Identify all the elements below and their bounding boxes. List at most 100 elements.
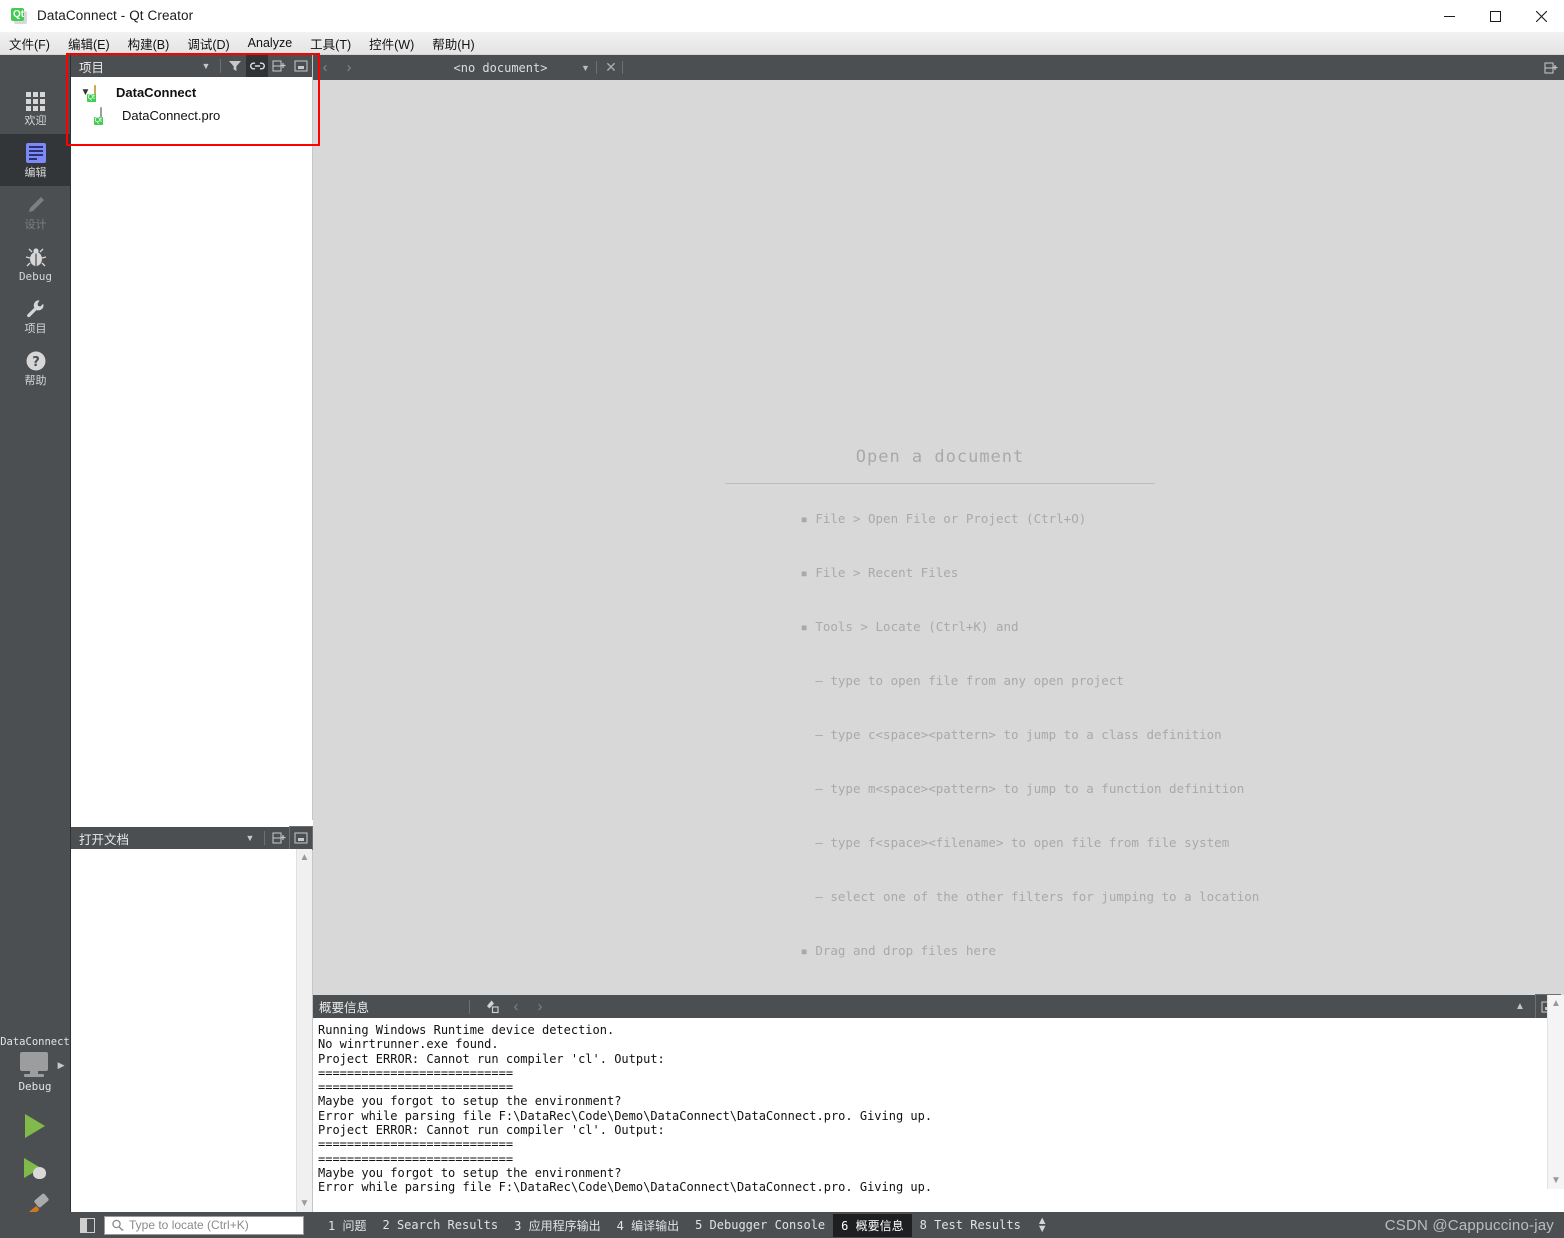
placeholder-divider xyxy=(725,483,1155,484)
menu-build[interactable]: 构建(B) xyxy=(119,33,179,54)
filter-icon[interactable] xyxy=(224,55,246,77)
output-pane-tabs: 1 问题 2 Search Results 3 应用程序输出 4 编译输出 5 … xyxy=(320,1213,1048,1237)
placeholder-line-text: type m<space><pattern> to jump to a func… xyxy=(830,781,1245,796)
menu-help[interactable]: 帮助(H) xyxy=(423,33,483,54)
bug-icon xyxy=(24,245,48,269)
svg-text:?: ? xyxy=(32,355,40,370)
scroll-down-icon[interactable]: ▼ xyxy=(300,1195,310,1212)
qt-pro-file-icon xyxy=(100,106,116,124)
chevron-up-icon[interactable]: ▲ xyxy=(1508,995,1532,1018)
scroll-up-icon[interactable]: ▲ xyxy=(300,849,310,866)
mode-projects[interactable]: 项目 xyxy=(0,290,71,342)
output-pane-text[interactable]: Running Windows Runtime device detection… xyxy=(313,1018,1564,1212)
open-documents-list: ▲ ▼ xyxy=(71,849,312,1212)
mode-sidebar: 欢迎 编辑 设计 Debug 项目 ? 帮助 xyxy=(0,55,71,1030)
next-issue-icon[interactable]: › xyxy=(528,995,552,1018)
toolbar-divider xyxy=(264,831,265,845)
kit-expand-arrow-icon[interactable]: ▶ xyxy=(58,1060,65,1071)
editor-canvas[interactable]: Open a document ▪ File > Open File or Pr… xyxy=(313,80,1564,995)
dropdown-icon[interactable]: ▼ xyxy=(239,827,261,849)
split-add-icon[interactable] xyxy=(268,827,290,849)
close-button[interactable] xyxy=(1518,0,1564,32)
mode-help[interactable]: ? 帮助 xyxy=(0,342,71,394)
output-tab-debugger-console[interactable]: 5 Debugger Console xyxy=(687,1215,833,1235)
open-documents-title: 打开文档 xyxy=(79,832,130,847)
output-tab-issues[interactable]: 1 问题 xyxy=(320,1214,374,1237)
run-play-icon xyxy=(25,1114,45,1138)
debug-button[interactable] xyxy=(18,1153,52,1183)
scroll-down-icon[interactable]: ▼ xyxy=(1551,1172,1561,1189)
close-document-button[interactable]: ✕ xyxy=(601,55,621,80)
split-editor-icon[interactable] xyxy=(1543,55,1559,80)
placeholder-line-text: type to open file from any open project xyxy=(830,673,1124,688)
placeholder-line-text: Drag and drop files here xyxy=(815,943,996,958)
mode-projects-label: 项目 xyxy=(24,322,47,335)
open-documents-scrollbar[interactable]: ▲ ▼ xyxy=(296,849,312,1212)
search-icon xyxy=(111,1219,124,1232)
up-down-arrows-icon[interactable]: ▲ ▼ xyxy=(1037,1216,1048,1235)
nav-back-icon[interactable]: ‹ xyxy=(313,55,337,80)
output-tab-search-results[interactable]: 2 Search Results xyxy=(374,1215,506,1235)
mode-edit-label: 编辑 xyxy=(24,166,47,179)
open-document-placeholder: Open a document ▪ File > Open File or Pr… xyxy=(725,447,1260,978)
placeholder-line-text: File > Recent Files xyxy=(815,565,959,580)
mode-design[interactable]: 设计 xyxy=(0,186,71,238)
collapse-dock-icon[interactable] xyxy=(290,55,312,77)
tree-item-project-label: DataConnect xyxy=(116,85,197,100)
placeholder-title: Open a document xyxy=(855,447,1025,467)
pencil-icon xyxy=(24,193,48,217)
editor-toolbar: ‹ › <no document> ▼ ✕ xyxy=(313,55,1564,80)
kit-project-name: DataConnect xyxy=(0,1036,70,1048)
placeholder-subline: – type m<space><pattern> to jump to a fu… xyxy=(800,781,1245,796)
chevron-down-icon[interactable]: ▼ xyxy=(581,55,590,80)
document-selector[interactable]: <no document> xyxy=(408,55,593,80)
scroll-up-icon[interactable]: ▲ xyxy=(1551,995,1561,1012)
menu-file[interactable]: 文件(F) xyxy=(0,33,59,54)
sidebar-toggle-icon[interactable] xyxy=(74,1212,100,1238)
menu-debug[interactable]: 调试(D) xyxy=(178,33,238,54)
locator-input[interactable]: Type to locate (Ctrl+K) xyxy=(104,1215,304,1235)
toolbar-divider xyxy=(596,61,597,74)
placeholder-line: ▪ File > Open File or Project (Ctrl+O) xyxy=(800,511,1087,526)
placeholder-subline: – type to open file from any open projec… xyxy=(800,673,1124,688)
clear-broom-icon[interactable] xyxy=(480,995,504,1018)
collapse-dock-icon[interactable] xyxy=(289,826,313,850)
mode-edit[interactable]: 编辑 xyxy=(0,134,71,186)
menu-tools[interactable]: 工具(T) xyxy=(301,33,360,54)
open-documents-header: 打开文档 ▼ xyxy=(71,826,313,850)
projects-dock-header: 项目 ▼ xyxy=(71,55,312,77)
output-tab-application-output[interactable]: 3 应用程序输出 xyxy=(506,1214,608,1237)
link-sync-icon[interactable] xyxy=(246,55,268,77)
status-bar: Type to locate (Ctrl+K) 1 问题 2 Search Re… xyxy=(0,1212,1564,1238)
menu-window[interactable]: 控件(W) xyxy=(360,33,423,54)
tree-item-project[interactable]: ▼ DataConnect xyxy=(71,81,312,104)
output-tab-general-messages[interactable]: 6 概要信息 xyxy=(833,1213,912,1237)
toolbar-divider xyxy=(622,61,623,74)
qt-project-folder-icon xyxy=(94,84,110,102)
placeholder-subline: – select one of the other filters for ju… xyxy=(800,889,1260,904)
mode-welcome[interactable]: 欢迎 xyxy=(0,82,71,134)
minimize-button[interactable] xyxy=(1426,0,1472,32)
output-pane: 概要信息 ‹ › ▲ Running Windows Runtime devic… xyxy=(313,994,1564,1212)
window-controls xyxy=(1426,0,1564,32)
nav-forward-icon[interactable]: › xyxy=(337,55,361,80)
menu-analyze[interactable]: Analyze xyxy=(239,33,301,54)
placeholder-line: ▪ File > Recent Files xyxy=(800,565,959,580)
tree-item-pro-file[interactable]: DataConnect.pro xyxy=(71,104,312,127)
menu-edit[interactable]: 编辑(E) xyxy=(59,33,119,54)
kit-selector[interactable]: DataConnect ▶ Debug xyxy=(0,1030,71,1238)
output-tab-test-results[interactable]: 8 Test Results xyxy=(912,1215,1029,1235)
maximize-button[interactable] xyxy=(1472,0,1518,32)
tree-item-pro-file-label: DataConnect.pro xyxy=(122,108,221,123)
placeholder-line-text: File > Open File or Project (Ctrl+O) xyxy=(815,511,1087,526)
run-button[interactable] xyxy=(18,1111,52,1141)
split-add-icon[interactable] xyxy=(268,55,290,77)
output-pane-scrollbar[interactable]: ▲ ▼ xyxy=(1547,995,1564,1189)
project-tree: ▼ DataConnect DataConnect.pro xyxy=(71,77,312,127)
open-documents-toolbar: ▼ xyxy=(239,826,313,850)
filter-dropdown-icon[interactable]: ▼ xyxy=(195,55,217,77)
qt-creator-window: Qt DataConnect - Qt Creator 文件(F) 编辑(E) … xyxy=(0,0,1564,1238)
prev-issue-icon[interactable]: ‹ xyxy=(504,995,528,1018)
output-tab-compile-output[interactable]: 4 编译输出 xyxy=(609,1214,687,1237)
mode-debug[interactable]: Debug xyxy=(0,238,71,290)
